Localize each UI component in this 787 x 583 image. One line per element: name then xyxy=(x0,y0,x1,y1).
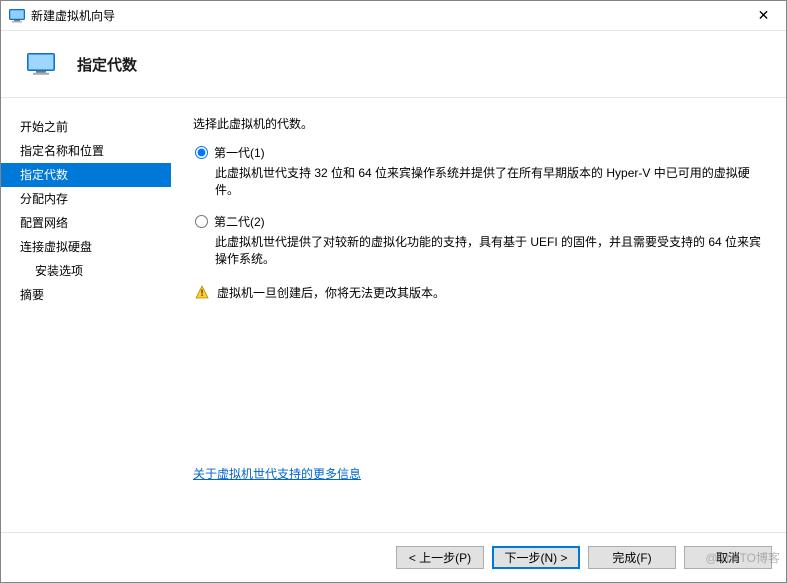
sidebar-step-vhd[interactable]: 连接虚拟硬盘 xyxy=(1,235,171,259)
app-icon xyxy=(9,9,25,23)
close-button[interactable]: ✕ xyxy=(741,1,786,31)
finish-button[interactable]: 完成(F) xyxy=(588,546,676,569)
option-gen1: 第一代(1) 此虚拟机世代支持 32 位和 64 位来宾操作系统并提供了在所有早… xyxy=(193,144,764,209)
option-gen2-row[interactable]: 第二代(2) xyxy=(193,213,764,230)
warning-icon xyxy=(195,285,209,299)
sidebar-step-summary[interactable]: 摘要 xyxy=(1,283,171,307)
option-gen2-label: 第二代(2) xyxy=(214,213,265,230)
option-gen2-desc: 此虚拟机世代提供了对较新的虚拟化功能的支持，具有基于 UEFI 的固件，并且需要… xyxy=(215,234,764,268)
wizard-header: 指定代数 xyxy=(1,31,786,98)
wizard-window: 新建虚拟机向导 ✕ 指定代数 开始之前 指定名称和位置 指定代数 分配内存 配置… xyxy=(0,0,787,583)
content-panel: 选择此虚拟机的代数。 第一代(1) 此虚拟机世代支持 32 位和 64 位来宾操… xyxy=(171,98,786,532)
close-icon: ✕ xyxy=(758,7,770,24)
next-button[interactable]: 下一步(N) > xyxy=(492,546,580,569)
warning-row: 虚拟机一旦创建后，你将无法更改其版本。 xyxy=(193,284,764,301)
instruction-text: 选择此虚拟机的代数。 xyxy=(193,115,764,132)
sidebar-step-network[interactable]: 配置网络 xyxy=(1,211,171,235)
page-title: 指定代数 xyxy=(77,54,137,75)
footer: < 上一步(P) 下一步(N) > 完成(F) 取消 xyxy=(1,532,786,582)
window-title: 新建虚拟机向导 xyxy=(31,7,741,24)
sidebar-step-name-location[interactable]: 指定名称和位置 xyxy=(1,139,171,163)
titlebar: 新建虚拟机向导 ✕ xyxy=(1,1,786,31)
sidebar-step-before-you-begin[interactable]: 开始之前 xyxy=(1,115,171,139)
sidebar-step-generation[interactable]: 指定代数 xyxy=(1,163,171,187)
header-icon xyxy=(27,53,55,75)
warning-text: 虚拟机一旦创建后，你将无法更改其版本。 xyxy=(217,284,445,301)
radio-gen2[interactable] xyxy=(195,215,208,228)
wizard-body: 开始之前 指定名称和位置 指定代数 分配内存 配置网络 连接虚拟硬盘 安装选项 … xyxy=(1,98,786,532)
cancel-button[interactable]: 取消 xyxy=(684,546,772,569)
sidebar-step-memory[interactable]: 分配内存 xyxy=(1,187,171,211)
option-gen1-row[interactable]: 第一代(1) xyxy=(193,144,764,161)
option-gen1-desc: 此虚拟机世代支持 32 位和 64 位来宾操作系统并提供了在所有早期版本的 Hy… xyxy=(215,165,764,199)
sidebar-step-install-options[interactable]: 安装选项 xyxy=(1,259,171,283)
sidebar: 开始之前 指定名称和位置 指定代数 分配内存 配置网络 连接虚拟硬盘 安装选项 … xyxy=(1,98,171,532)
option-gen2: 第二代(2) 此虚拟机世代提供了对较新的虚拟化功能的支持，具有基于 UEFI 的… xyxy=(193,213,764,278)
more-info-link[interactable]: 关于虚拟机世代支持的更多信息 xyxy=(193,465,764,482)
back-button[interactable]: < 上一步(P) xyxy=(396,546,484,569)
radio-gen1[interactable] xyxy=(195,146,208,159)
option-gen1-label: 第一代(1) xyxy=(214,144,265,161)
